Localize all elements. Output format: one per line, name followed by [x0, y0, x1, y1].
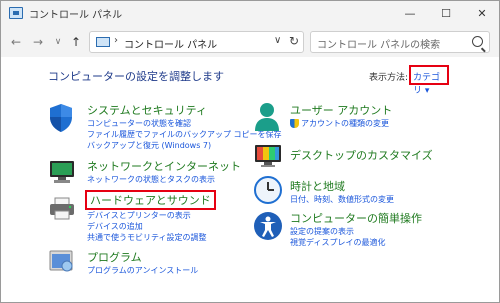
address-dropdown-icon[interactable]: ∨ [274, 35, 281, 46]
control-panel-icon [9, 7, 23, 19]
main-content: コンピューターの設定を調整します 表示方法: カテゴリ ▾ システムとセキュリテ… [1, 57, 499, 302]
category-ease-of-access: コンピューターの簡単操作 設定の提案の表示 視覚ディスプレイの最適化 [290, 210, 422, 248]
desktop-customization-title[interactable]: デスクトップのカスタマイズ [290, 147, 433, 163]
view-by-label: 表示方法: [369, 73, 409, 83]
title-bar: コントロール パネル — ☐ ✕ [1, 1, 499, 27]
programs-title[interactable]: プログラム [87, 249, 198, 265]
recent-locations-chevron-icon[interactable]: ∨ [49, 33, 67, 51]
programs-icon [48, 248, 76, 278]
clock-region-title[interactable]: 時計と地域 [290, 178, 394, 194]
ease-of-access-icon [253, 211, 283, 245]
search-icon[interactable] [472, 36, 483, 47]
uac-shield-icon [290, 119, 299, 128]
close-button[interactable]: ✕ [465, 1, 499, 27]
category-hardware-sound: ハードウェアとサウンド デバイスとプリンターの表示 デバイスの追加 共通で使うモ… [85, 189, 216, 243]
search-input[interactable]: コントロール パネルの検索 [317, 36, 440, 51]
change-account-type-link[interactable]: アカウントの種類の変更 [290, 118, 392, 129]
network-icon [48, 159, 76, 189]
search-box[interactable]: コントロール パネルの検索 [310, 31, 490, 53]
page-title: コンピューターの設定を調整します [48, 70, 224, 83]
shield-icon [48, 103, 74, 137]
category-desktop-customization: デスクトップのカスタマイズ [290, 147, 433, 163]
minimize-button[interactable]: — [393, 1, 427, 27]
address-bar[interactable]: › コントロール パネル ∨ ↻ [89, 31, 304, 53]
suggested-settings-link[interactable]: 設定の提案の表示 [290, 226, 422, 237]
back-arrow-icon[interactable]: ← [7, 33, 25, 51]
window-title: コントロール パネル [29, 10, 123, 21]
control-panel-window: コントロール パネル — ☐ ✕ ← → ∨ ↑ › コントロール パネル ∨ … [0, 0, 500, 303]
ease-of-access-title[interactable]: コンピューターの簡単操作 [290, 210, 422, 226]
hardware-sound-title[interactable]: ハードウェアとサウンド [85, 190, 216, 210]
clock-icon [253, 175, 283, 209]
mobility-settings-link[interactable]: 共通で使うモビリティ設定の調整 [85, 232, 216, 243]
category-user-accounts: システムとセキュリティ ユーザー アカウント アカウントの種類の変更 [290, 102, 392, 129]
optimize-visual-display-link[interactable]: 視覚ディスプレイの最適化 [290, 237, 422, 248]
refresh-icon[interactable]: ↻ [289, 34, 299, 48]
printer-icon [48, 196, 76, 226]
devices-printers-link[interactable]: デバイスとプリンターの表示 [85, 210, 216, 221]
uninstall-program-link[interactable]: プログラムのアンインストール [87, 265, 198, 276]
navigation-toolbar: ← → ∨ ↑ › コントロール パネル ∨ ↻ コントロール パネルの検索 [1, 27, 499, 57]
breadcrumb-separator-icon: › [114, 35, 118, 46]
control-panel-small-icon [96, 37, 110, 47]
network-status-link[interactable]: ネットワークの状態とタスクの表示 [87, 174, 241, 185]
user-accounts-title[interactable]: ユーザー アカウント [290, 102, 392, 118]
category-clock-region: 時計と地域 日付、時刻、数値形式の変更 [290, 178, 394, 205]
view-by-dropdown[interactable]: カテゴリ ▾ [409, 65, 449, 96]
user-accounts-icon [253, 101, 281, 137]
network-internet-title[interactable]: ネットワークとインターネット [87, 158, 241, 174]
category-network-internet: ネットワークとインターネット ネットワークの状態とタスクの表示 [87, 158, 241, 185]
up-arrow-icon[interactable]: ↑ [67, 33, 85, 51]
desktop-customization-icon [253, 143, 283, 173]
category-programs: プログラム プログラムのアンインストール [87, 249, 198, 276]
maximize-button[interactable]: ☐ [429, 1, 463, 27]
breadcrumb-control-panel[interactable]: コントロール パネル [124, 36, 217, 51]
forward-arrow-icon[interactable]: → [29, 33, 47, 51]
change-date-time-format-link[interactable]: 日付、時刻、数値形式の変更 [290, 194, 394, 205]
add-device-link[interactable]: デバイスの追加 [85, 221, 216, 232]
